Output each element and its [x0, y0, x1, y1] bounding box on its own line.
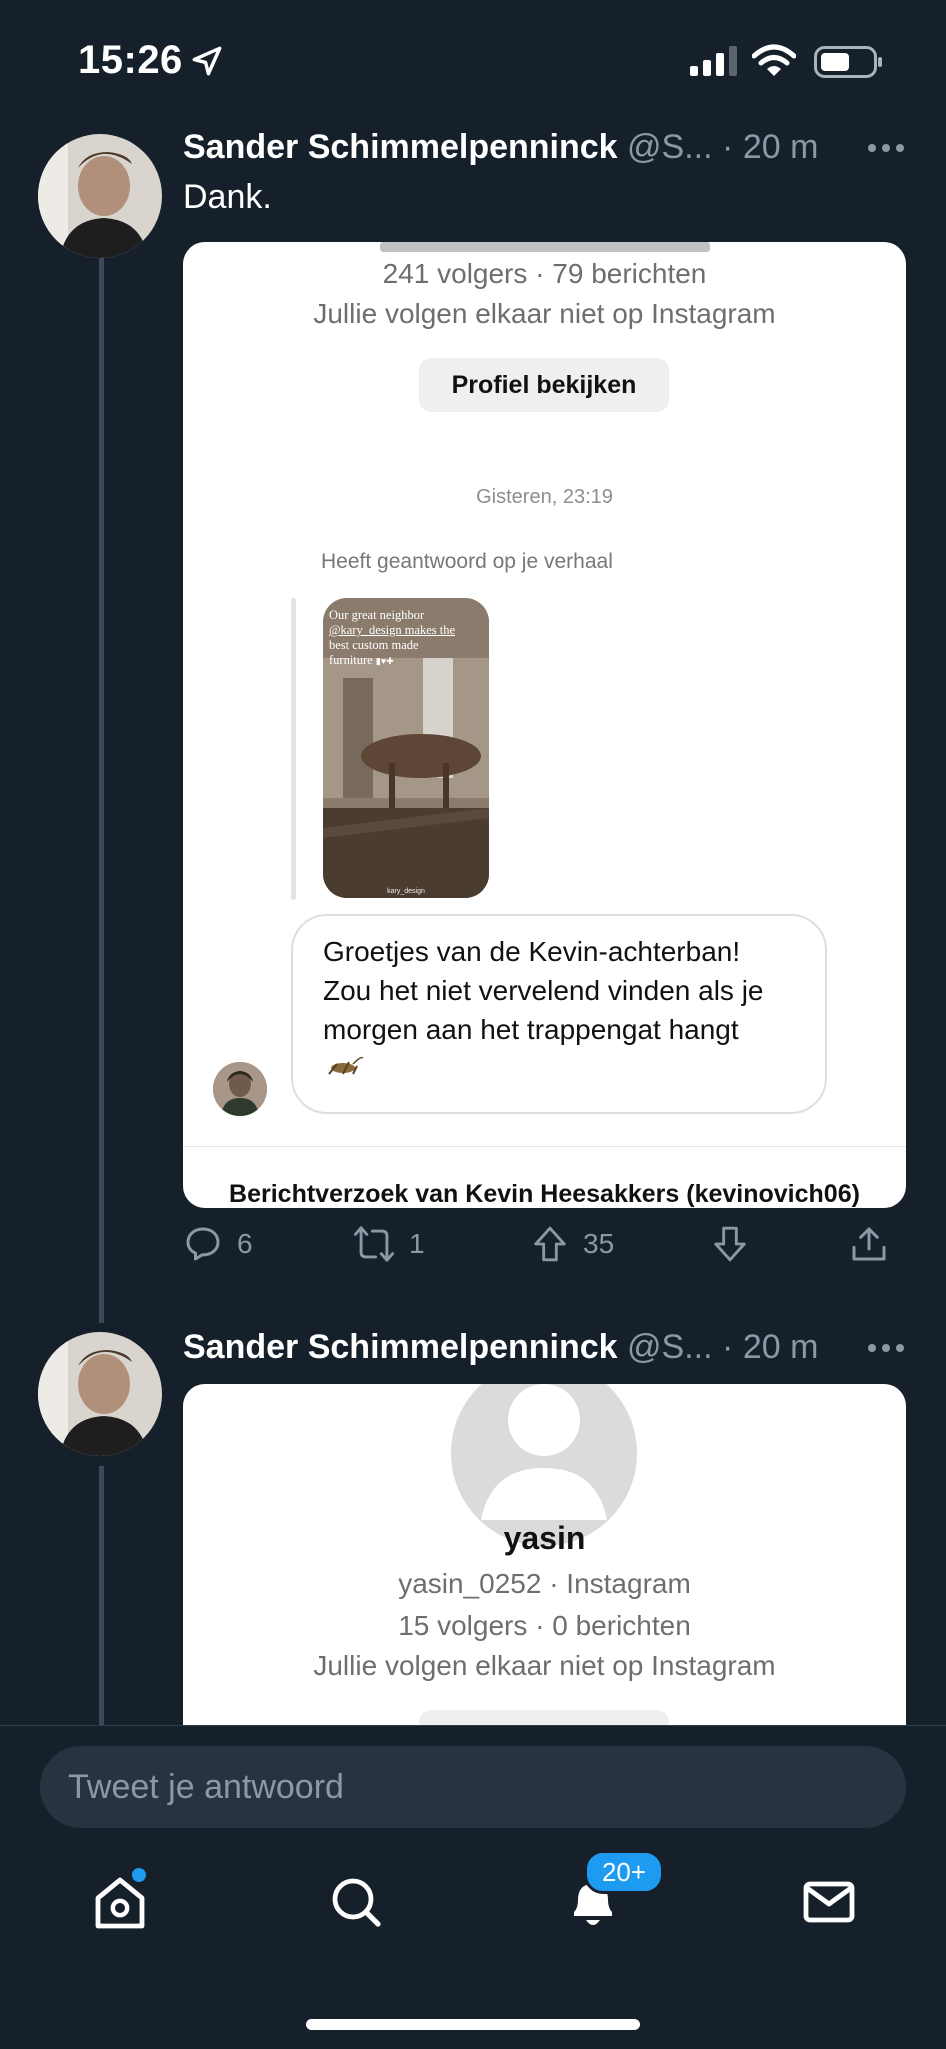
- home-new-dot: [132, 1868, 146, 1882]
- wifi-icon: [752, 44, 796, 76]
- share-action[interactable]: [849, 1224, 889, 1264]
- message-request-footer: Berichtverzoek van Kevin Heesakkers (kev…: [229, 1180, 860, 1208]
- separator: ·: [722, 1328, 734, 1366]
- status-time: 15:26: [78, 38, 183, 82]
- retweet-action[interactable]: 1: [353, 1224, 425, 1264]
- story-watermark: kary_design: [387, 888, 425, 895]
- separator: ·: [722, 128, 734, 166]
- message-timestamp: Gisteren, 23:19: [476, 486, 613, 508]
- avatar[interactable]: [38, 134, 162, 258]
- share-icon: [852, 1227, 886, 1261]
- story-quote-bar: [291, 598, 296, 900]
- thread-line: [99, 1466, 104, 1725]
- tab-messages[interactable]: [802, 1874, 856, 1935]
- author-name[interactable]: Sander Schimmelpenninck: [183, 1328, 618, 1366]
- story-reply-label: Heeft geantwoord op je verhaal: [321, 550, 613, 573]
- view-profile-button[interactable]: [419, 1710, 669, 1725]
- author-name[interactable]: Sander Schimmelpenninck: [183, 128, 618, 166]
- message-line: Groetjes van de Kevin-achterban!: [323, 936, 741, 967]
- tweet-image-card[interactable]: 241 volgers · 79 berichten Jullie volgen…: [183, 242, 906, 1208]
- author-handle[interactable]: @S...: [627, 128, 713, 166]
- tweet-header: Sander Schimmelpenninck @S... · 20 m: [183, 128, 818, 167]
- bottom-area: Tweet je antwoord 20+: [0, 1725, 946, 2049]
- tab-notifications[interactable]: 20+: [566, 1850, 664, 1935]
- card-divider: [183, 1146, 906, 1147]
- story-caption: Our great neighbor @kary_design makes th…: [329, 608, 456, 667]
- retweet-count: 1: [409, 1228, 425, 1259]
- mail-icon: [803, 1881, 855, 1923]
- downvote-action[interactable]: [711, 1224, 749, 1264]
- tab-search[interactable]: [330, 1874, 382, 1935]
- message-bubble[interactable]: Groetjes van de Kevin-achterban! Zou het…: [291, 914, 827, 1114]
- follow-note: Jullie volgen elkaar niet op Instagram: [313, 1650, 776, 1681]
- story-thumbnail[interactable]: Our great neighbor @kary_design makes th…: [323, 598, 489, 898]
- reply-input[interactable]: Tweet je antwoord: [40, 1746, 906, 1828]
- message-line: Zou het niet vervelend vinden als je: [323, 975, 764, 1006]
- tweet-time[interactable]: 20 m: [743, 128, 819, 166]
- profile-stats: 241 volgers · 79 berichten: [382, 258, 707, 289]
- reply-icon: [186, 1227, 220, 1261]
- home-indicator: [306, 2019, 640, 2030]
- notification-count: 20+: [601, 1857, 647, 1887]
- retweet-icon: [353, 1226, 395, 1262]
- notification-badge: 20+: [584, 1850, 664, 1894]
- upvote-count: 35: [583, 1228, 615, 1259]
- author-handle[interactable]: @S...: [627, 1328, 713, 1366]
- view-profile-label: Profiel bekijken: [451, 371, 637, 399]
- profile-username: yasin_0252 · Instagram: [398, 1568, 691, 1599]
- tab-home[interactable]: [94, 1868, 146, 1935]
- reply-count: 6: [237, 1228, 253, 1259]
- sender-avatar[interactable]: [213, 1062, 267, 1116]
- tweet-image-card[interactable]: yasin yasin_0252 · Instagram 15 volgers …: [183, 1384, 906, 1725]
- battery-icon: [814, 46, 882, 78]
- location-arrow-icon: [192, 46, 222, 76]
- status-bar: 15:26: [0, 0, 946, 120]
- reply-action[interactable]: 6: [183, 1224, 253, 1264]
- cricket-emoji-icon: [323, 1051, 795, 1090]
- profile-stats: 15 volgers · 0 berichten: [398, 1610, 691, 1641]
- downvote-arrow-icon: [714, 1226, 746, 1262]
- tweet-text: Dank.: [183, 178, 272, 216]
- cut-off-username-line: [183, 242, 906, 254]
- upvote-arrow-icon: [534, 1226, 566, 1262]
- profile-name: yasin: [503, 1520, 586, 1556]
- cellular-signal-icon: [690, 46, 737, 76]
- home-icon: [95, 1877, 145, 1929]
- avatar[interactable]: [38, 1332, 162, 1456]
- tweet-header: Sander Schimmelpenninck @S... · 20 m: [183, 1328, 818, 1367]
- follow-note: Jullie volgen elkaar niet op Instagram: [313, 298, 776, 329]
- upvote-action[interactable]: 35: [531, 1224, 614, 1264]
- thread-line: [99, 258, 104, 1323]
- view-profile-button[interactable]: Profiel bekijken: [419, 358, 669, 412]
- more-options-icon[interactable]: [866, 1336, 906, 1360]
- message-line: morgen aan het trappengat hangt: [323, 1014, 739, 1045]
- more-options-icon[interactable]: [866, 136, 906, 160]
- tweet-action-bar: 6 1 35: [183, 1224, 906, 1276]
- flag-emoji-icons: ▮♥✚: [375, 656, 394, 666]
- search-icon: [332, 1878, 381, 1927]
- tweet-time[interactable]: 20 m: [743, 1328, 819, 1366]
